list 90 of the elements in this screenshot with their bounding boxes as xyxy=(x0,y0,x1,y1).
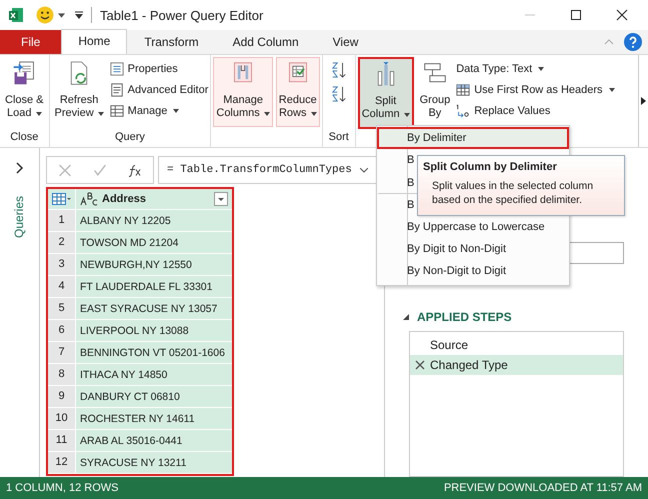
applied-step[interactable]: Source xyxy=(410,335,623,355)
manage-button[interactable]: Manage xyxy=(110,102,208,120)
table-cell-text: NEWBURGH,NY 12550 xyxy=(79,258,192,270)
row-number: 7 xyxy=(48,342,76,363)
status-text: 1 COLUMN, 12 ROWS xyxy=(6,482,118,494)
expand-icon[interactable] xyxy=(16,162,24,174)
help-icon[interactable] xyxy=(624,33,642,51)
maximize-icon[interactable] xyxy=(570,9,582,21)
check-icon[interactable] xyxy=(92,164,107,176)
table-icon xyxy=(456,83,470,97)
row-number: 10 xyxy=(48,408,76,429)
row-number: 11 xyxy=(48,430,76,451)
status-text: PREVIEW DOWNLOADED AT 11:57 AM xyxy=(444,482,642,494)
table-cell-text: ALBANY NY 12205 xyxy=(79,214,171,226)
table-cell-text: FT LAUDERDALE FL 33301 xyxy=(79,280,212,292)
row-number: 4 xyxy=(48,276,76,297)
replace-values-button[interactable]: Replace Values xyxy=(456,102,615,120)
row-number: 2 xyxy=(48,232,76,253)
table-cell-text: DANBURY CT 06810 xyxy=(79,390,180,402)
chevron-icon[interactable] xyxy=(360,168,368,172)
sort-ascending-icon[interactable] xyxy=(330,61,347,79)
row-number: 5 xyxy=(48,298,76,319)
advanced-editor-button[interactable]: Advanced Editor xyxy=(110,81,208,99)
row-number: 8 xyxy=(48,364,76,385)
split-column-button[interactable]: Split Column xyxy=(358,57,414,129)
scroll-right-icon[interactable] xyxy=(641,97,646,105)
table-menu-icon[interactable] xyxy=(52,193,72,205)
caret-icon xyxy=(310,112,316,116)
data-type-dropdown[interactable]: Data Type: Text xyxy=(456,60,615,78)
row-number: 6 xyxy=(48,320,76,341)
properties-icon xyxy=(110,62,124,76)
close-load-button[interactable]: Close & Load xyxy=(2,57,47,129)
replace-icon xyxy=(456,104,470,118)
group-label: Close xyxy=(9,130,40,145)
table-icon xyxy=(110,104,124,118)
table-cell-text: TOWSON MD 21204 xyxy=(79,236,178,248)
tooltip-title: Split Column by Delimiter xyxy=(423,161,558,173)
menu-item[interactable]: By Non-Digit to Digit xyxy=(377,260,569,282)
row-number: 12 xyxy=(48,452,76,473)
row-number: 1 xyxy=(48,210,76,231)
collapse-icon[interactable] xyxy=(403,314,409,320)
applied-step[interactable]: Changed Type xyxy=(410,355,623,375)
tooltip-text: Split values in the selected column based on the specified delimiter. xyxy=(431,179,594,207)
table-cell-text: SYRACUSE NY 13211 xyxy=(79,456,186,468)
caret-icon xyxy=(264,112,270,116)
sort-descending-icon[interactable] xyxy=(330,85,347,103)
smiley-icon[interactable] xyxy=(36,6,54,24)
table-cell-text: ARAB AL 35016-0441 xyxy=(79,434,182,446)
caret-icon[interactable] xyxy=(58,12,65,18)
function-icon[interactable] xyxy=(128,164,142,176)
close-icon[interactable] xyxy=(616,9,628,21)
row-number: 3 xyxy=(48,254,76,275)
group-label: Query xyxy=(114,130,146,145)
ribbon-tab[interactable]: File xyxy=(0,30,62,54)
column-header[interactable]: Address xyxy=(76,189,232,209)
table-cell-text: ROCHESTER NY 14611 xyxy=(79,412,195,424)
table-cell-text: LIVERPOOL NY 13088 xyxy=(79,324,189,336)
document-icon xyxy=(110,83,124,97)
table-cell-text: ITHACA NY 14850 xyxy=(79,368,168,380)
menu-item[interactable]: By Delimiter xyxy=(377,127,569,149)
queries-label[interactable]: Queries xyxy=(12,196,26,238)
text-type-icon[interactable] xyxy=(80,192,98,206)
table-cell-text: EAST SYRACUSE NY 13057 xyxy=(79,302,218,314)
customize-icon[interactable] xyxy=(75,11,83,19)
use-first-row-button[interactable]: Use First Row as Headers xyxy=(456,81,615,99)
filter-dropdown-icon[interactable] xyxy=(214,192,228,206)
refresh-preview-button[interactable]: Refresh Preview xyxy=(52,57,107,129)
menu-item[interactable]: By Uppercase to Lowercase xyxy=(377,216,569,238)
caret-icon xyxy=(404,112,410,116)
applied-steps-title: APPLIED STEPS xyxy=(417,310,512,324)
excel-icon xyxy=(8,7,24,23)
window-title: Table1 - Power Query Editor xyxy=(100,8,264,22)
ribbon-tab[interactable]: Home xyxy=(61,29,128,54)
group-label: Sort xyxy=(328,130,350,145)
reduce-rows-button[interactable]: Reduce Rows xyxy=(276,57,320,127)
manage-columns-button[interactable]: Manage Columns xyxy=(213,57,273,127)
caret-icon xyxy=(98,112,104,116)
menu-item[interactable]: By Digit to Non-Digit xyxy=(377,238,569,260)
caret-icon xyxy=(538,67,544,71)
table-cell-text: BENNINGTON VT 05201-1606 xyxy=(79,346,225,358)
ribbon-tab[interactable]: Transform xyxy=(127,30,216,54)
caret-icon xyxy=(608,88,615,92)
ribbon-tab[interactable]: View xyxy=(316,30,376,54)
caret-icon xyxy=(173,109,180,113)
caret-icon xyxy=(36,112,42,116)
row-number: 9 xyxy=(48,386,76,407)
group-by-button[interactable]: Group By xyxy=(416,57,454,129)
ribbon-tab[interactable]: Add Column xyxy=(216,30,316,54)
delete-icon[interactable] xyxy=(415,360,425,370)
properties-button[interactable]: Properties xyxy=(110,60,208,78)
